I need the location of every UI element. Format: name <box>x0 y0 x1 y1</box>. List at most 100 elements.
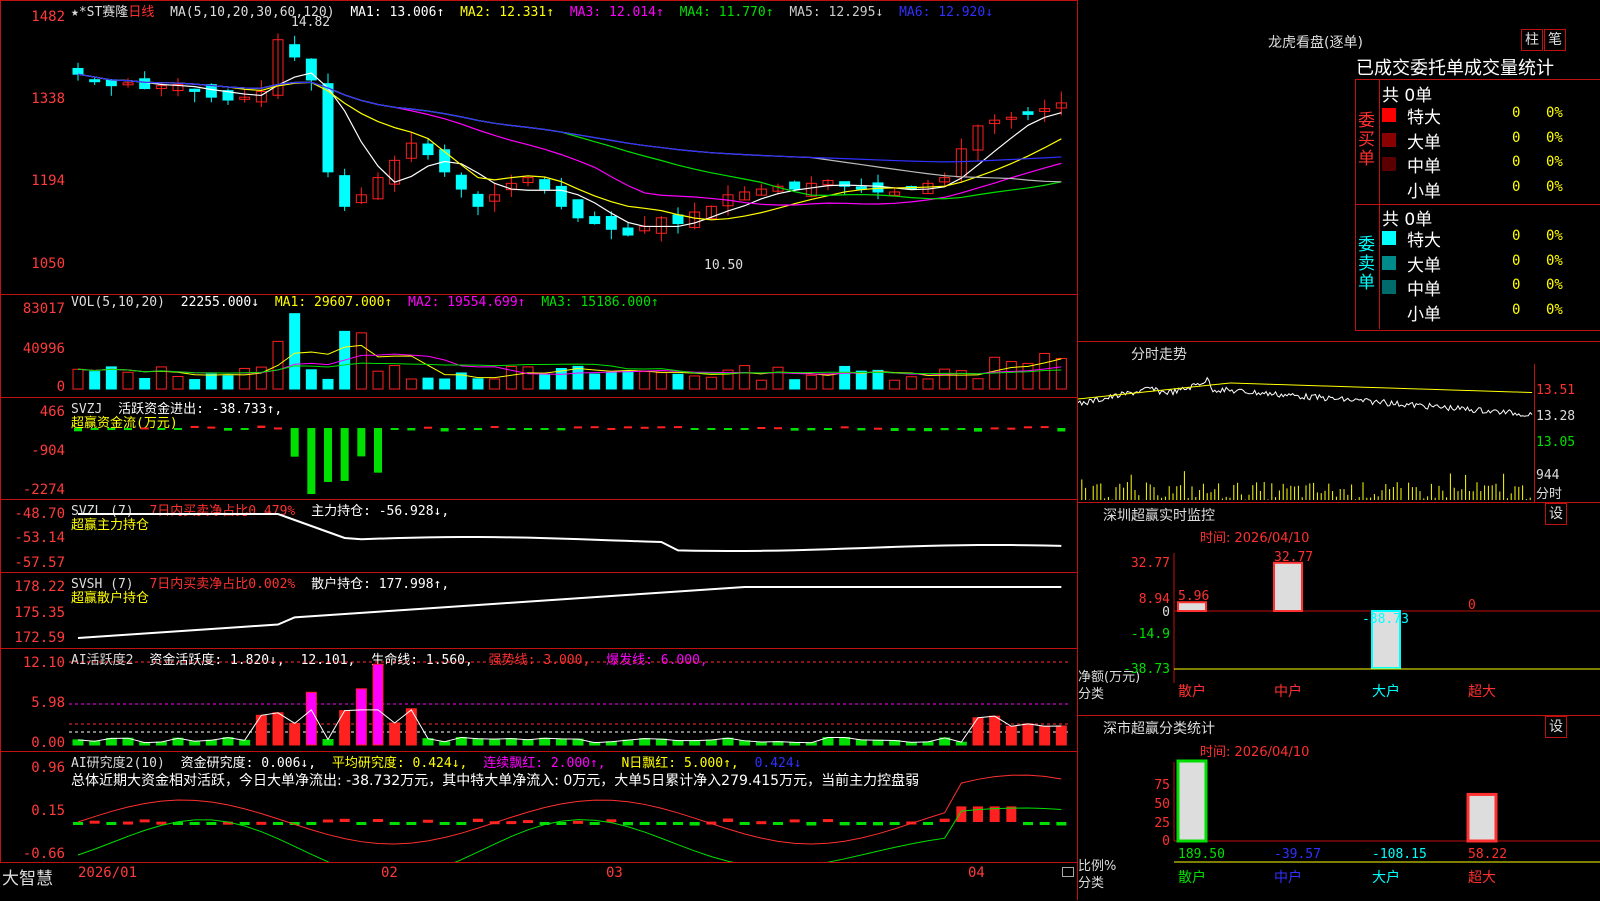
date-feb: 02 <box>381 865 398 881</box>
ai-active-bar-17 <box>355 688 367 746</box>
svsh-chart[interactable] <box>69 573 1074 648</box>
svzj-bar-7 <box>190 425 199 428</box>
sell-row-name-1: 大单 <box>1407 255 1441 276</box>
sz-monitor-cat-2: 大户 <box>1372 683 1400 700</box>
svzl-pane[interactable]: -48.70 -53.14 -57.57 SVZL (7) 7日内买卖净占比0.… <box>0 499 1078 573</box>
sz-monitor-value-0: 5.96 <box>1178 589 1209 604</box>
volume-bar-42 <box>772 366 784 390</box>
volume-bar-22 <box>439 378 451 390</box>
ai-research-line-red <box>77 774 1062 845</box>
svzj-bar-38 <box>707 428 716 430</box>
svzj-bar-46 <box>840 426 849 429</box>
lock-icon[interactable] <box>1062 867 1074 877</box>
ai-active-axis-mid: 5.98 <box>31 695 65 711</box>
candle-body-1 <box>89 79 101 83</box>
ai-research-bar-47 <box>856 822 867 825</box>
intraday-panel[interactable]: 分时走势 13.51 13.28 13.05 944 分时 <box>1077 341 1600 503</box>
ai-active-bar-25 <box>489 738 501 746</box>
ai-active-chart[interactable] <box>69 649 1074 751</box>
sz-stats-settings-button[interactable]: 设 <box>1545 716 1567 738</box>
svzj-bar-29 <box>557 428 566 431</box>
candle-body-21 <box>422 143 434 156</box>
buy-row-count-1: 0 <box>1512 129 1521 146</box>
ai-active-pane[interactable]: 12.10 5.98 0.00 AI活跃度2 资金活跃度: 1.820↓, 12… <box>0 648 1078 752</box>
ai-research-bar-15 <box>323 819 333 823</box>
ai-research-bar-23 <box>456 822 467 825</box>
volume-bar-15 <box>322 378 334 390</box>
volume-bar-13 <box>289 313 301 390</box>
ai-research-bar-3 <box>123 821 133 825</box>
svzj-bar-14 <box>307 428 316 494</box>
volume-bar-48 <box>872 369 884 390</box>
volume-bar-2 <box>105 366 117 390</box>
sz-monitor-bar-1 <box>1273 561 1303 612</box>
candle-body-29 <box>555 185 567 207</box>
svzj-bar-30 <box>574 426 582 429</box>
sz-stats-panel[interactable]: 深市超赢分类统计 设 时间: 2026/04/10 比例% 分类 75 50 25 0… <box>1077 715 1600 900</box>
sz-stats-title: 深市超赢分类统计 <box>1103 721 1215 737</box>
svzj-bar-32 <box>607 427 616 430</box>
buy-row-pct-0: 0% <box>1546 105 1563 121</box>
sz-stats-value-2: -108.15 <box>1372 847 1427 862</box>
volume-bar-17 <box>355 332 367 390</box>
ai-research-bar-24 <box>473 818 483 822</box>
volume-bar-50 <box>905 376 917 390</box>
svzj-bar-44 <box>807 428 816 431</box>
svzj-chart[interactable] <box>69 398 1074 499</box>
svzj-bar-54 <box>974 428 982 432</box>
price-chart-pane[interactable]: 1482 1338 1194 1050 ★*ST赛隆日线 MA(5,10,20,… <box>0 0 1078 295</box>
intraday-price-line <box>1078 376 1533 417</box>
tick-view-button[interactable]: 笔 <box>1544 29 1566 51</box>
volume-chart[interactable] <box>69 295 1074 397</box>
svzl-chart[interactable] <box>69 500 1074 572</box>
bar-view-button[interactable]: 柱 <box>1521 29 1543 51</box>
sz-monitor-cat-0: 散户 <box>1178 683 1206 700</box>
intraday-vol-label: 分时 <box>1536 487 1563 502</box>
intraday-chart[interactable] <box>1078 364 1534 502</box>
svsh-axis-bottom: 172.59 <box>14 630 65 646</box>
sz-monitor-value-3: 0 <box>1468 598 1476 613</box>
ai-active-bar-55 <box>989 715 1001 746</box>
svzj-bar-51 <box>924 428 932 432</box>
ai-research-bar-31 <box>589 822 600 825</box>
sz-monitor-chart[interactable]: 32.778.940-14.9-38.735.9632.77-38.730散户中… <box>1078 543 1600 715</box>
buy-side-label: 委买单 <box>1358 111 1375 169</box>
sz-stats-chart[interactable]: 75 50 25 0 189.50 -39.57 -108.15 58.22 散户 中户 大户 超大 <box>1078 756 1600 900</box>
sz-monitor-panel[interactable]: 深圳超赢实时监控 设 时间: 2026/04/10 净额(万元) 分类 32.7… <box>1077 502 1600 716</box>
date-mar: 03 <box>606 865 623 881</box>
candle-body-23 <box>455 174 467 190</box>
svsh-pane[interactable]: 178.22 175.35 172.59 SVSH (7) 7日内买卖净占比0.… <box>0 572 1078 649</box>
candle-body-16 <box>339 175 351 207</box>
sell-row-name-2: 中单 <box>1407 280 1441 300</box>
svzj-bar-42 <box>774 427 782 430</box>
ai-active-bar-1 <box>89 740 101 746</box>
ai-research-bar-7 <box>189 822 200 825</box>
svzj-bar-8 <box>207 426 216 429</box>
svzj-bar-2 <box>107 428 116 431</box>
svzj-bar-5 <box>157 428 166 430</box>
ai-active-bar-12 <box>272 712 284 746</box>
buy-row-count-2: 0 <box>1512 154 1521 170</box>
svzj-bar-33 <box>624 426 632 429</box>
svzj-bar-22 <box>440 428 449 432</box>
ai-research-bar-34 <box>639 822 650 825</box>
sz-stats-bar-3 <box>1466 792 1498 843</box>
volume-bar-35 <box>655 372 667 390</box>
ai-research-pane[interactable]: 0.96 0.15 -0.66 AI研究度2(10) 资金研究度: 0.006↓… <box>0 751 1078 863</box>
ai-research-bar-39 <box>723 818 733 822</box>
ai-active-bar-29 <box>555 738 567 746</box>
ai-research-bar-36 <box>673 822 683 825</box>
ai-research-bar-44 <box>806 822 817 826</box>
ai-active-bar-54 <box>972 717 984 746</box>
volume-bar-57 <box>1022 362 1034 390</box>
svzl-line <box>78 513 1062 552</box>
svzj-pane[interactable]: 466 -904 -2274 SVZJ 活跃资金进出: -38.733↑, 超赢… <box>0 397 1078 500</box>
volume-pane[interactable]: 83017 40996 0 VOL(5,10,20) 22255.000↓ MA… <box>0 294 1078 398</box>
ai-research-bar-45 <box>823 819 833 823</box>
sz-monitor-settings-button[interactable]: 设 <box>1545 503 1567 525</box>
ai-research-chart[interactable] <box>69 752 1074 862</box>
ai-research-bar-11 <box>256 821 267 825</box>
svzj-bar-59 <box>1057 428 1066 432</box>
buy-swatch-2 <box>1382 157 1396 171</box>
candlestick-chart[interactable] <box>69 1 1074 293</box>
